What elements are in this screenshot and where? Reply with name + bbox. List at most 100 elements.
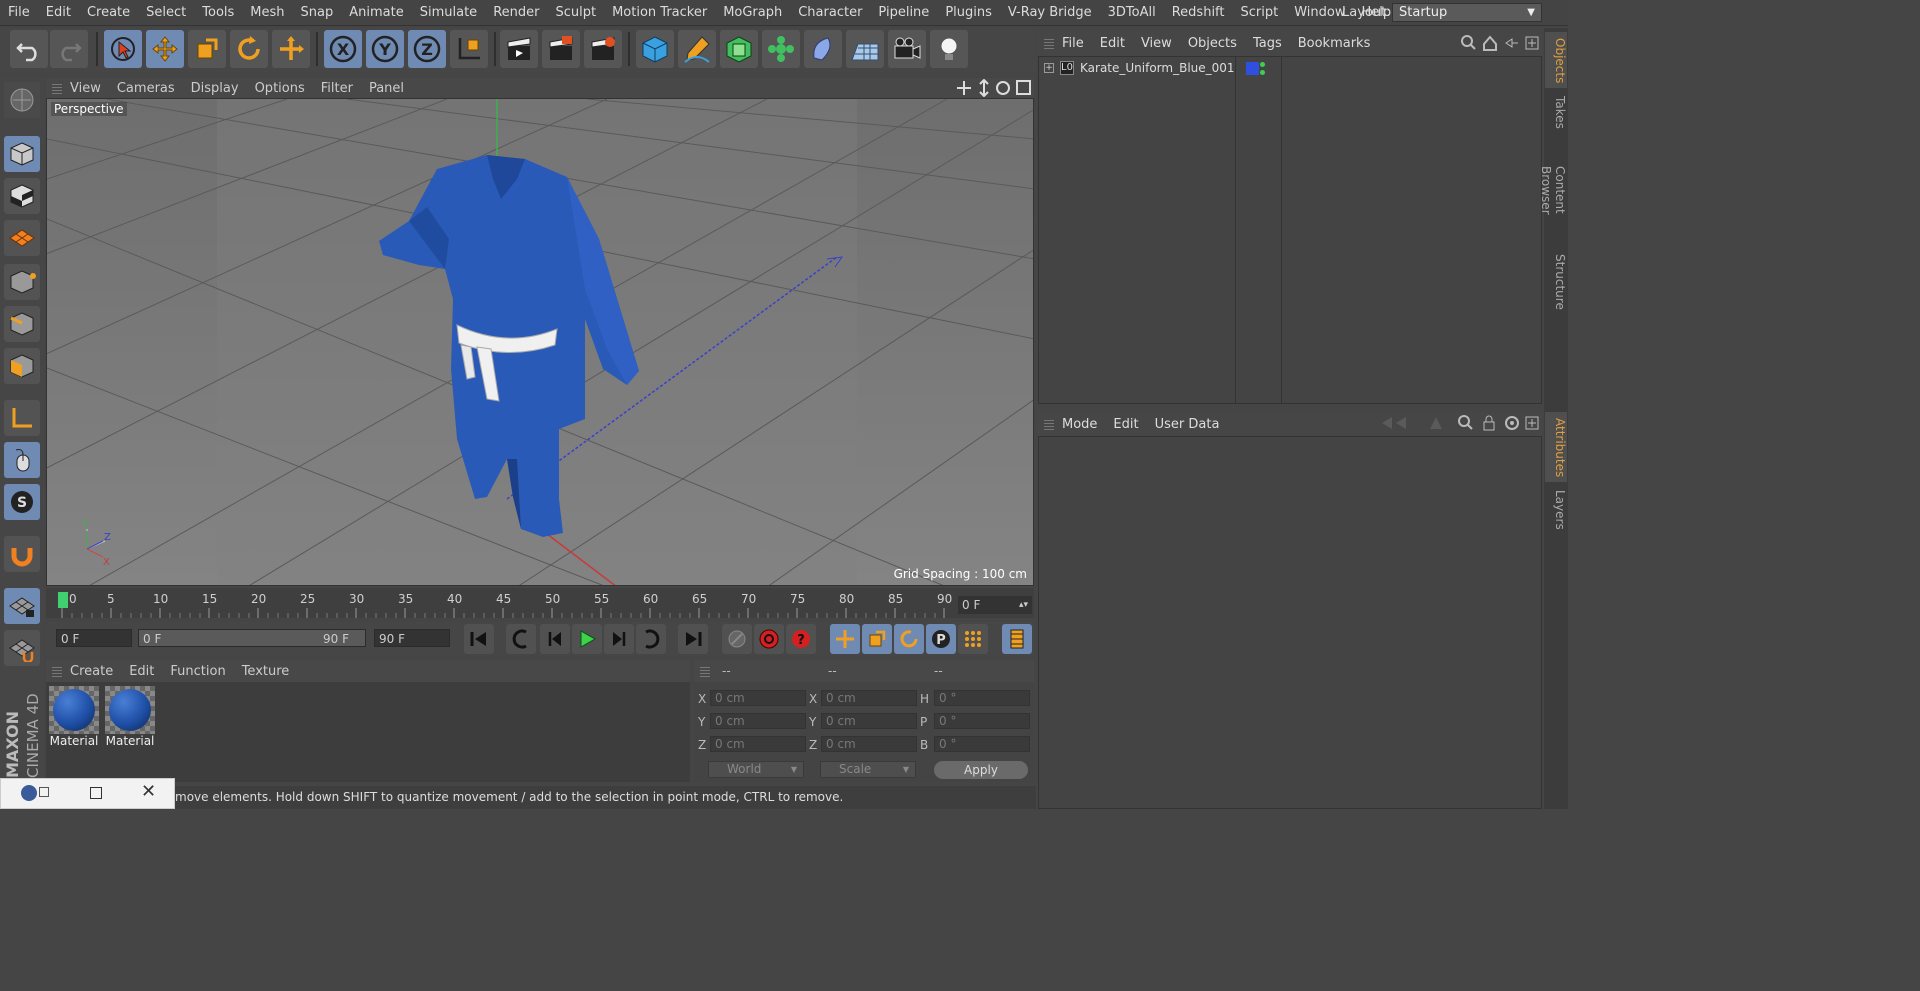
render-view-button[interactable] xyxy=(500,30,538,68)
tab-layers[interactable]: Layers xyxy=(1545,484,1567,534)
edges-mode-button[interactable] xyxy=(4,306,40,342)
tweak-mode-button[interactable] xyxy=(4,442,40,478)
pos-y-field[interactable]: 0 cm xyxy=(710,713,806,729)
make-editable-button[interactable] xyxy=(4,82,40,118)
restore-icon[interactable] xyxy=(39,787,49,797)
menu-pipeline[interactable]: Pipeline xyxy=(870,5,937,20)
size-x-field[interactable]: 0 cm xyxy=(821,690,917,706)
tab-objects[interactable]: Objects xyxy=(1545,32,1567,88)
menu-character[interactable]: Character xyxy=(790,5,870,20)
menu-create[interactable]: Create xyxy=(79,5,138,20)
planar-workplane-button[interactable] xyxy=(4,630,40,666)
transform-tool-button[interactable] xyxy=(272,30,310,68)
workplane-mode-button[interactable] xyxy=(4,220,40,256)
record-rotation-button[interactable] xyxy=(894,624,924,654)
rot-p-field[interactable]: 0 ° xyxy=(934,713,1030,729)
material-thumbnail[interactable]: Material xyxy=(48,686,100,752)
tab-takes[interactable]: Takes xyxy=(1545,90,1567,134)
menu-simulate[interactable]: Simulate xyxy=(412,5,485,20)
coordinate-mode-select[interactable]: World ▼ xyxy=(708,761,804,778)
object-menu-file[interactable]: File xyxy=(1054,36,1092,51)
expand-icon[interactable]: + xyxy=(1044,63,1054,73)
menu-mograph[interactable]: MoGraph xyxy=(715,5,790,20)
material-menu-texture[interactable]: Texture xyxy=(234,664,298,679)
attribute-menu-mode[interactable]: Mode xyxy=(1054,417,1105,432)
perspective-viewport[interactable]: Y Z X Perspective Grid Spacing : 100 cm xyxy=(46,98,1034,586)
y-axis-lock-button[interactable]: Y xyxy=(366,30,404,68)
polygons-mode-button[interactable] xyxy=(4,348,40,384)
points-mode-button[interactable] xyxy=(4,264,40,300)
menu-file[interactable]: File xyxy=(0,5,38,20)
render-settings-button[interactable] xyxy=(584,30,622,68)
light-button[interactable] xyxy=(930,30,968,68)
layout-select[interactable]: Startup ▼ xyxy=(1392,3,1542,22)
current-frame-field[interactable]: 0 F ▴▾ xyxy=(958,596,1032,614)
keyframe-selection-button[interactable]: ? xyxy=(786,624,816,654)
record-active-button[interactable] xyxy=(722,624,752,654)
subdivision-surface-button[interactable] xyxy=(720,30,758,68)
object-menu-bookmarks[interactable]: Bookmarks xyxy=(1290,36,1379,51)
tab-content-browser[interactable]: Content Browser xyxy=(1539,136,1567,244)
editor-visibility-dot[interactable] xyxy=(1260,62,1265,67)
size-mode-select[interactable]: Scale ▼ xyxy=(820,761,916,778)
record-position-button[interactable] xyxy=(830,624,860,654)
object-row-karate-uniform[interactable]: + L0 Karate_Uniform_Blue_001 xyxy=(1040,60,1540,80)
apply-button[interactable]: Apply xyxy=(934,761,1028,779)
menu-sculpt[interactable]: Sculpt xyxy=(547,5,604,20)
snap-button[interactable] xyxy=(4,536,40,572)
menu-mesh[interactable]: Mesh xyxy=(242,5,292,20)
menu-tools[interactable]: Tools xyxy=(194,5,242,20)
end-frame-field[interactable]: 90 F xyxy=(374,629,450,647)
attribute-menu-user-data[interactable]: User Data xyxy=(1147,417,1228,432)
scale-tool-button[interactable] xyxy=(188,30,226,68)
viewport-menu-cameras[interactable]: Cameras xyxy=(109,81,183,96)
timeline-ruler[interactable]: 0 5 10 15 20 25 30 35 40 45 50 55 60 65 … xyxy=(46,588,1034,618)
camera-button[interactable] xyxy=(888,30,926,68)
floor-button[interactable] xyxy=(846,30,884,68)
model-mode-button[interactable] xyxy=(4,136,40,172)
material-menu-create[interactable]: Create xyxy=(62,664,121,679)
go-to-start-button[interactable] xyxy=(464,624,494,654)
object-menu-edit[interactable]: Edit xyxy=(1092,36,1133,51)
close-icon[interactable]: ✕ xyxy=(141,781,156,802)
rot-b-field[interactable]: 0 ° xyxy=(934,736,1030,752)
go-to-end-button[interactable] xyxy=(678,624,708,654)
solo-mode-button[interactable]: S xyxy=(4,484,40,520)
pen-spline-button[interactable] xyxy=(678,30,716,68)
menu-motion-tracker[interactable]: Motion Tracker xyxy=(604,5,715,20)
size-y-field[interactable]: 0 cm xyxy=(821,713,917,729)
cube-primitive-button[interactable] xyxy=(636,30,674,68)
attribute-manager-toolbar-icons[interactable] xyxy=(1378,414,1542,432)
material-thumbnail[interactable]: Material xyxy=(104,686,156,752)
cloner-button[interactable] xyxy=(762,30,800,68)
locked-workplane-button[interactable] xyxy=(4,588,40,624)
render-visibility-dot[interactable] xyxy=(1260,70,1265,75)
rotate-tool-button[interactable] xyxy=(230,30,268,68)
viewport-menu-view[interactable]: View xyxy=(62,81,109,96)
attribute-menu-edit[interactable]: Edit xyxy=(1105,417,1146,432)
object-menu-objects[interactable]: Objects xyxy=(1180,36,1245,51)
next-keyframe-button[interactable] xyxy=(636,624,666,654)
viewport-menu-panel[interactable]: Panel xyxy=(361,81,412,96)
material-menu-function[interactable]: Function xyxy=(162,664,233,679)
menu-vray-bridge[interactable]: V-Ray Bridge xyxy=(1000,5,1100,20)
viewport-menu-options[interactable]: Options xyxy=(247,81,313,96)
axis-mode-button[interactable] xyxy=(4,400,40,436)
autokeying-button[interactable] xyxy=(754,624,784,654)
tab-attributes[interactable]: Attributes xyxy=(1545,412,1567,482)
record-point-level-button[interactable] xyxy=(958,624,988,654)
object-manager-toolbar-icons[interactable] xyxy=(1460,34,1540,52)
layer-color-swatch[interactable] xyxy=(1246,62,1259,75)
viewport-menu-filter[interactable]: Filter xyxy=(313,81,361,96)
object-menu-tags[interactable]: Tags xyxy=(1245,36,1290,51)
viewport-menu-display[interactable]: Display xyxy=(183,81,247,96)
play-button[interactable] xyxy=(572,624,602,654)
record-parameter-button[interactable]: P xyxy=(926,624,956,654)
live-selection-button[interactable] xyxy=(104,30,142,68)
previous-frame-button[interactable] xyxy=(540,624,570,654)
previous-keyframe-button[interactable] xyxy=(506,624,536,654)
z-axis-lock-button[interactable]: Z xyxy=(408,30,446,68)
menu-render[interactable]: Render xyxy=(485,5,547,20)
menu-select[interactable]: Select xyxy=(138,5,194,20)
object-menu-view[interactable]: View xyxy=(1133,36,1180,51)
